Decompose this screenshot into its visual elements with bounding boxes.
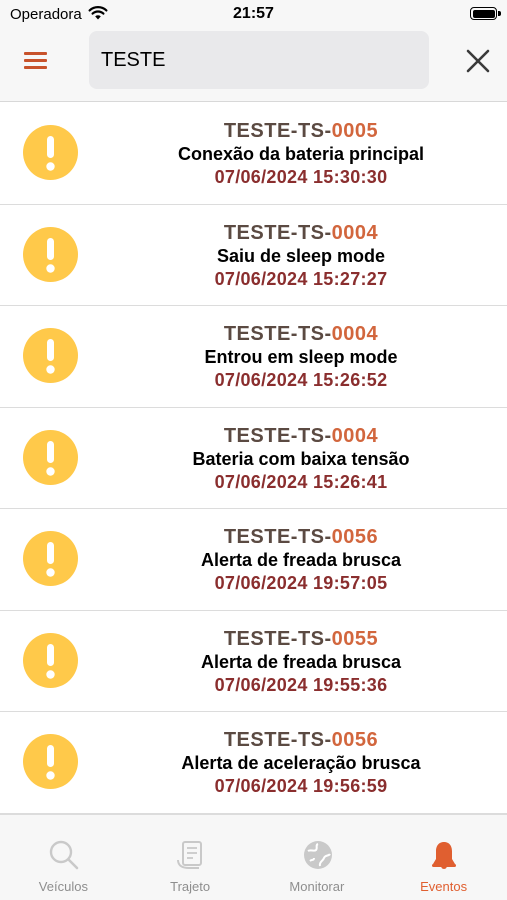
tab-trajeto[interactable]: Trajeto xyxy=(127,815,254,900)
event-id-prefix: TESTE-TS- xyxy=(223,323,332,345)
event-description: Alerta de freada brusca xyxy=(200,651,402,672)
tab-label: Eventos xyxy=(420,879,468,894)
event-row[interactable]: TESTE-TS-0056 Alerta de aceleração brusca… xyxy=(0,712,507,814)
close-search-icon[interactable] xyxy=(463,46,493,76)
exclamation-alert-icon xyxy=(23,328,78,383)
route-map-icon xyxy=(176,841,202,869)
event-text: TESTE-TS-0004 Entrou em sleep mode 07/06/2… xyxy=(95,322,507,392)
event-description: Saiu de sleep mode xyxy=(216,245,386,266)
event-list: TESTE-TS-0005 Conexão da bateria principa… xyxy=(0,103,507,814)
event-text: TESTE-TS-0055 Alerta de freada brusca 07/0… xyxy=(95,627,507,697)
event-id-prefix: TESTE-TS- xyxy=(223,424,332,447)
event-timestamp: 07/06/2024 19:55:36 xyxy=(214,674,388,695)
event-row[interactable]: TESTE-TS-0055 Alerta de freada brusca 07/0… xyxy=(0,610,507,712)
event-timestamp: 07/06/2024 15:30:30 xyxy=(214,167,388,187)
battery-cap xyxy=(498,11,501,16)
event-id: TESTE-TS-0004 xyxy=(95,424,507,448)
event-text: TESTE-TS-0004 Saiu de sleep mode 07/06/202… xyxy=(95,221,507,291)
exclamation-alert-icon xyxy=(23,632,78,688)
event-text: TESTE-TS-0056 Alerta de aceleração brusca… xyxy=(95,728,507,798)
event-row[interactable]: TESTE-TS-0004 Entrou em sleep mode 07/06/2… xyxy=(0,306,507,408)
search-input[interactable] xyxy=(101,45,421,75)
event-id-suffix: 0005 xyxy=(331,120,379,142)
event-row[interactable]: TESTE-TS-0056 Alerta de freada brusca 07/0… xyxy=(0,509,507,611)
event-id: TESTE-TS-0056 xyxy=(95,728,507,752)
exclamation-alert-icon xyxy=(23,531,78,586)
exclamation-alert-icon xyxy=(23,429,78,485)
event-timestamp: 07/06/2024 19:57:05 xyxy=(214,573,388,593)
globe-icon xyxy=(303,841,332,869)
event-text: TESTE-TS-0004 Bateria com baixa tensão 07/… xyxy=(95,424,507,494)
event-description: Alerta de aceleração brusca xyxy=(181,753,421,773)
menu-button[interactable] xyxy=(16,46,54,76)
event-timestamp: 07/06/2024 15:26:52 xyxy=(214,370,388,390)
event-id-prefix: TESTE-TS- xyxy=(223,729,332,751)
event-id-suffix: 0055 xyxy=(331,627,379,650)
event-id: TESTE-TS-0004 xyxy=(95,221,507,245)
event-id: TESTE-TS-0055 xyxy=(95,627,507,651)
magnifier-icon xyxy=(49,840,79,870)
tab-label: Trajeto xyxy=(170,879,211,894)
event-id-suffix: 0056 xyxy=(331,526,379,548)
event-id-suffix: 0004 xyxy=(331,424,379,447)
battery-icon xyxy=(470,7,497,20)
event-id-prefix: TESTE-TS- xyxy=(223,526,332,548)
event-description: Bateria com baixa tensão xyxy=(192,448,410,469)
event-id: TESTE-TS-0056 xyxy=(95,525,507,549)
event-id: TESTE-TS-0004 xyxy=(95,322,507,346)
event-timestamp: 07/06/2024 15:27:27 xyxy=(214,268,388,289)
exclamation-alert-icon xyxy=(23,125,78,180)
search-box[interactable] xyxy=(89,31,429,89)
event-row[interactable]: TESTE-TS-0004 Bateria com baixa tensão 07/… xyxy=(0,407,507,509)
tab-label: Veículos xyxy=(38,879,88,894)
event-id-suffix: 0004 xyxy=(331,221,379,244)
event-description: Alerta de freada brusca xyxy=(200,550,402,570)
event-id-prefix: TESTE-TS- xyxy=(223,627,332,650)
event-text: TESTE-TS-0056 Alerta de freada brusca 07/0… xyxy=(95,525,507,595)
event-id-prefix: TESTE-TS- xyxy=(223,221,332,244)
event-timestamp: 07/06/2024 19:56:59 xyxy=(214,776,388,796)
search-header xyxy=(0,28,507,102)
event-id-suffix: 0056 xyxy=(331,729,379,751)
tab-bar: Veículos Trajeto Monitorar Eventos xyxy=(0,814,507,900)
event-id: TESTE-TS-0005 xyxy=(95,119,507,143)
event-timestamp: 07/06/2024 15:26:41 xyxy=(214,471,388,492)
event-row[interactable]: TESTE-TS-0004 Saiu de sleep mode 07/06/202… xyxy=(0,204,507,306)
status-bar: Operadora 21:57 xyxy=(0,0,507,28)
event-row[interactable]: TESTE-TS-0005 Conexão da bateria principa… xyxy=(0,103,507,205)
status-time: 21:57 xyxy=(233,5,274,22)
exclamation-alert-icon xyxy=(23,226,78,282)
exclamation-alert-icon xyxy=(23,734,78,789)
event-description: Entrou em sleep mode xyxy=(204,347,398,367)
tab-monitorar[interactable]: Monitorar xyxy=(254,815,381,900)
event-id-suffix: 0004 xyxy=(331,323,379,345)
bell-icon xyxy=(432,842,457,869)
tab-label: Monitorar xyxy=(289,879,345,894)
event-text: TESTE-TS-0005 Conexão da bateria principa… xyxy=(95,119,507,189)
tab-eventos[interactable]: Eventos xyxy=(380,815,507,900)
event-id-prefix: TESTE-TS- xyxy=(223,120,332,142)
event-description: Conexão da bateria principal xyxy=(177,144,425,164)
tab-veiculos[interactable]: Veículos xyxy=(0,815,127,900)
